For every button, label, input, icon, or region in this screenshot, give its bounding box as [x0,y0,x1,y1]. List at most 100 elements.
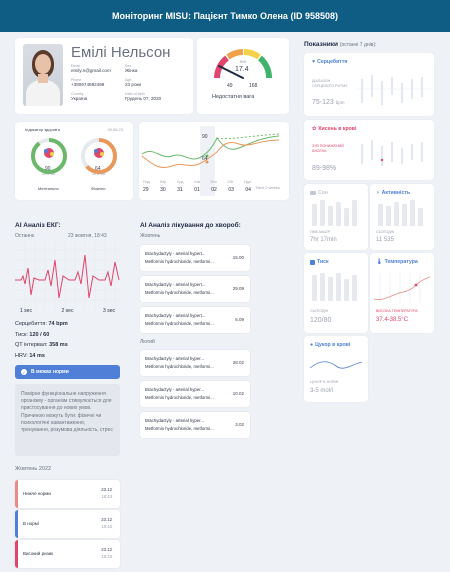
sex-value: Жінка [125,68,138,73]
history-month: Жовтень 2022 [15,466,52,472]
treatment-name: Brachydactyly - arterial hyper... [145,387,204,392]
activity-card[interactable]: ⚡ Активність СЬОГОДНІ 11 535 [370,184,434,250]
heart-title-text: Серцебиття [317,59,348,65]
app-header: Моніторинг MISU: Пацієнт Тимко Олена (ID… [0,0,450,32]
treatment-date: 15.00 [232,255,244,260]
week-chart-card: 90 64 Пнд Втр Срд Чтв Птн Сбт Ндл 29 30 … [139,122,289,200]
bmi-card: BMI 17.4 49 168 Недостатня вага [197,38,289,114]
physical-sub: out of 100 [92,172,106,176]
sugar-title-text: Цукор в крові [315,342,351,348]
treatment-item[interactable]: Brachydactyly - arterial hyper... Metfor… [140,350,250,376]
treatment-name: Brachydactyly - arterial hypert... [145,282,206,287]
treatment-med: Metformin hydrochloride, metformi... [145,364,214,369]
oxygen-card[interactable]: ✿ Кисень в крові ЗУВ ПОНИЖЕНИЙ КИСЕНЬ 89-… [304,120,434,180]
treatment-item[interactable]: Brachydactyly - arterial hypert... Metfo… [140,276,250,302]
temperature-value: 37.4-38.5°C [376,317,409,323]
oxygen-title: ✿ Кисень в крові [312,126,356,132]
pressure-card[interactable]: Тиск СЬОГОДНІ 120/80 [304,253,368,333]
treatment-date: 29.09 [232,286,244,291]
sugar-title: ● Цукор в крові [310,342,350,348]
bmi-status: Недостатня вага [212,94,255,100]
bp-label: Тиск: [15,331,28,338]
ecg-description: Помірне функціональне напруження організ… [21,391,113,434]
heart-value: 75-123 bpm [312,99,345,106]
treatment-item[interactable]: Brachydactyly - arterial hypert... Metfo… [140,245,250,271]
treatment-name: Brachydactyly - arterial hypert... [145,313,206,318]
badge-label: В межах норми [31,369,69,375]
treatment-item[interactable]: Brachydactyly - arterial hyper... Metfor… [140,412,250,438]
activity-desc: СЬОГОДНІ [376,230,395,234]
ecg-tick: 3 sec [103,308,115,314]
pressure-desc: СЬОГОДНІ [310,309,329,313]
date-label: 01 [194,187,200,193]
sleep-value: 7hr 17min [310,237,337,243]
activity-value: 11 535 [376,237,394,243]
status-stripe [15,510,18,538]
treatment-name: Brachydactyly - arterial hyper... [145,356,204,361]
email-value[interactable]: emily.n@gmail.com [71,68,111,73]
date-label: 04 [245,187,251,193]
oxygen-sparkline [361,140,423,166]
heart-card[interactable]: ♥ Серцебиття ДІАПАЗОН СЕРЦЕВОГО РИТМУ 75-… [304,53,434,116]
history-item[interactable]: В нормі 23.12 18:43 [15,510,120,538]
treatment-med: Metformin hydrochloride, metformi... [145,321,214,326]
ecg-status-badge[interactable]: ✓ В межах норми [15,365,120,379]
mental-sub: out of 100 [42,172,56,176]
treatment-med: Metformin hydrochloride, metformi... [145,426,214,431]
week-dates: 29 30 31 01 02 03 04 [143,187,251,193]
ecg-ticks: 1 sec 2 sec 3 sec [20,308,115,314]
ecg-tick: 2 sec [61,308,74,314]
hr-value: 74 bpm [48,321,68,327]
temperature-card[interactable]: 🌡 Температура ВИСОКА ТЕМПЕРАТУРА 37.4-38.… [370,253,434,333]
treatment-item[interactable]: Brachydactyly - arterial hyper... Metfor… [140,381,250,407]
day-label: Птн [210,180,217,184]
check-icon: ✓ [21,369,27,375]
treatment-date: 28.02 [232,360,244,365]
temperature-chart [373,273,431,303]
status-stripe [15,540,18,568]
runner-icon: ⚡ [376,190,380,196]
history-date: 23.12 [101,547,112,552]
treatment-med: Metformin hydrochloride, metformi... [145,395,214,400]
treatment-month: Лютий [140,339,155,345]
bp-value: 120 / 60 [29,331,50,338]
history-date: 23.12 [101,517,112,522]
oxygen-value: 89-98% [312,165,337,172]
ecg-description-box: Помірне функціональне напруження організ… [15,384,120,456]
history-item[interactable]: Нижче норми 23.12 18:43 [15,480,120,508]
treatment-date: 10.02 [232,391,244,396]
treatment-item[interactable]: Brachydactyly - arterial hypert... Metfo… [140,307,250,333]
bmi-left: 49 [227,83,233,89]
country-value: Україна [71,96,88,101]
history-time: 18:43 [101,524,112,529]
birth-value: Грудень 07, 2020 [125,96,162,101]
temperature-desc: ВИСОКА ТЕМПЕРАТУРА [376,309,418,313]
day-label: Срд [176,180,184,184]
mental-label: Ментально [38,186,59,191]
phone-value[interactable]: +380674982499 [71,82,104,87]
indicators-subtitle: (останні 7 днів): [339,42,377,48]
treatment-title: AI Аналіз лікування до хвороб: [140,222,241,229]
ecg-title: AI Аналіз ЕКГ: [15,222,61,229]
patient-card: Емілі Нельсон Email emily.n@gmail.com Ph… [15,38,193,114]
next-weeks-link[interactable]: Next 2 weeks [256,185,280,190]
patient-name: Емілі Нельсон [71,44,171,61]
pressure-value: 120/80 [310,317,332,324]
day-label: Втр [160,180,167,184]
ecg-period: Останнє [15,233,35,239]
sugar-card[interactable]: ● Цукор в крові ЦУКОР В НОРМІ 3-5 mol/l [304,336,368,402]
ecg-chart [15,240,120,310]
sleep-card[interactable]: Сон ПМК АКЬЕР 7hr 17min [304,184,368,250]
treatment-name: Brachydactyly - arterial hyper... [145,418,204,423]
qt-value: 358 ms [49,342,68,348]
sugar-value: 3-5 mol/l [310,388,334,394]
indicators-title: Показники [304,41,338,48]
bed-icon [310,191,316,195]
bmi-label: BMI [240,60,247,64]
bmi-right: 168 [249,83,258,89]
sugar-chart [309,361,363,369]
heart-desc: ДІАПАЗОН СЕРЦЕВОГО РИТМУ [312,79,348,88]
history-item[interactable]: Високий ризик 23.12 18:43 [15,540,120,568]
sugar-desc: ЦУКОР В НОРМІ [310,380,339,384]
heart-title: ♥ Серцебиття [312,59,347,65]
